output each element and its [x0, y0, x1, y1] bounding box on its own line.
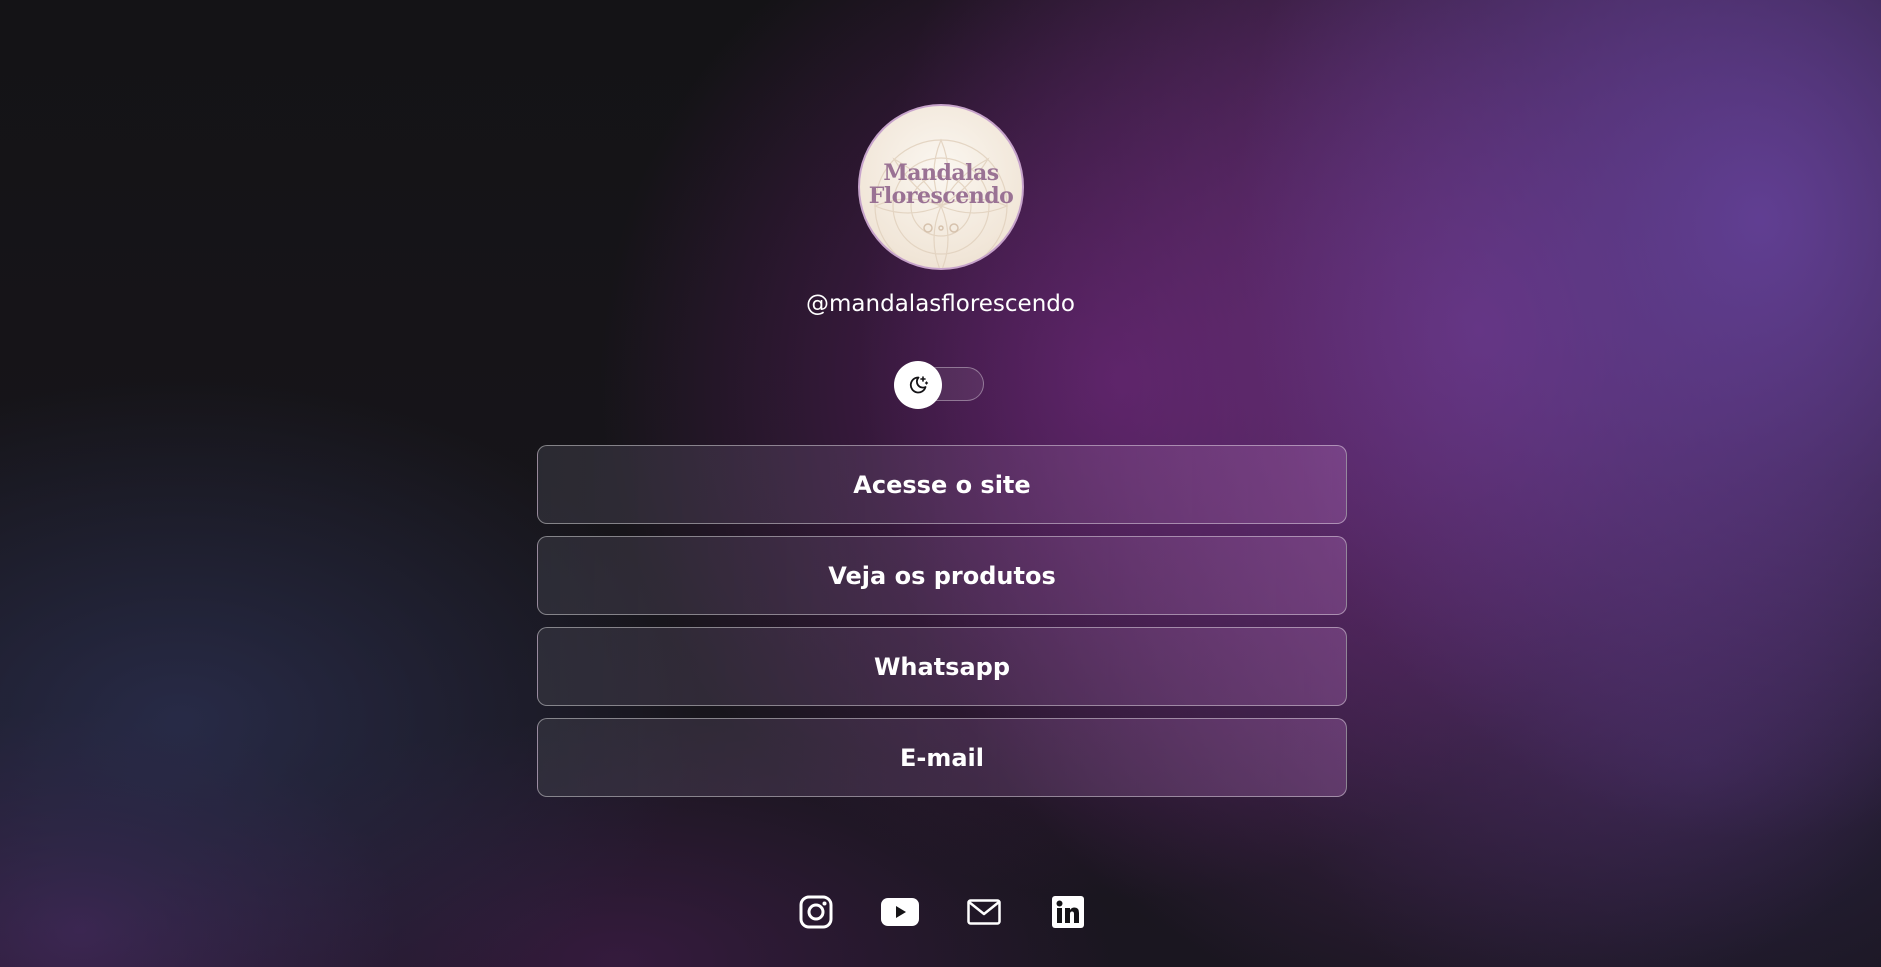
avatar-logo-line2: Florescendo	[868, 183, 1014, 209]
instagram-icon	[799, 895, 833, 929]
toggle-knob[interactable]	[894, 361, 942, 409]
link-page: Mandalas Florescendo @mandalasflorescend…	[0, 0, 1881, 967]
youtube-icon	[881, 898, 919, 926]
theme-toggle[interactable]	[894, 361, 990, 409]
link-button-site[interactable]: Acesse o site	[537, 445, 1347, 524]
email-link[interactable]	[964, 892, 1004, 932]
username: @mandalasflorescendo	[806, 291, 1075, 317]
email-icon	[967, 899, 1001, 925]
avatar-logo-line1: Mandalas	[883, 160, 999, 186]
link-button-email[interactable]: E-mail	[537, 718, 1347, 797]
link-button-whatsapp[interactable]: Whatsapp	[537, 627, 1347, 706]
linkedin-icon	[1052, 896, 1084, 928]
avatar-logo-text: Mandalas Florescendo	[860, 162, 1022, 208]
linkedin-link[interactable]	[1048, 892, 1088, 932]
instagram-link[interactable]	[796, 892, 836, 932]
link-button-products[interactable]: Veja os produtos	[537, 536, 1347, 615]
youtube-link[interactable]	[880, 892, 920, 932]
avatar: Mandalas Florescendo	[858, 104, 1024, 270]
moon-stars-icon	[909, 376, 929, 394]
